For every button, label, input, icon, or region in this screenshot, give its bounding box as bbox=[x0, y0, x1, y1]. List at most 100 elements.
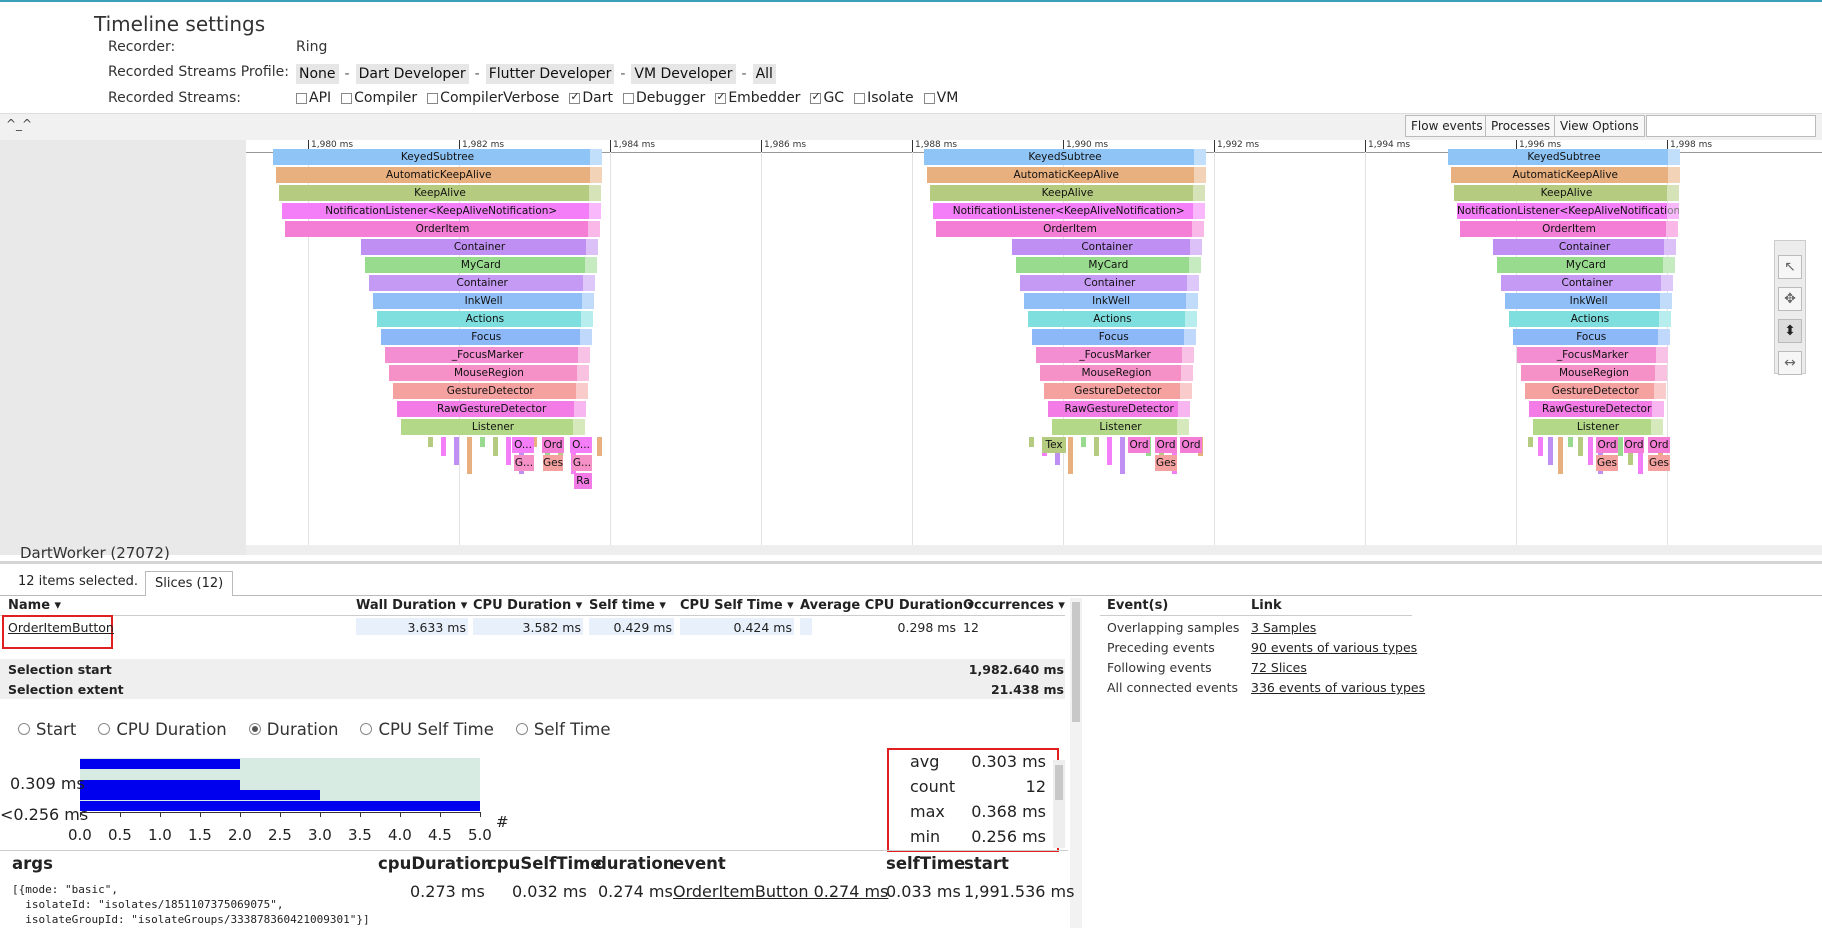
radio-button[interactable] bbox=[360, 723, 373, 735]
drag-handle[interactable]: ^_^ bbox=[6, 117, 32, 131]
stats-scroll-thumb[interactable] bbox=[1055, 765, 1063, 800]
stream-embedder[interactable]: Embedder bbox=[715, 90, 800, 106]
flame-child-slice[interactable] bbox=[1538, 437, 1543, 456]
profile-all-link[interactable]: All bbox=[752, 64, 776, 84]
flame-slice[interactable]: RawGestureDetector bbox=[397, 401, 587, 417]
flame-child-slice[interactable] bbox=[428, 437, 433, 447]
flame-child-slice[interactable] bbox=[506, 437, 511, 465]
flame-slice[interactable]: Container bbox=[1020, 275, 1200, 291]
flame-child-slice[interactable] bbox=[1107, 437, 1112, 465]
profile-dart-developer-link[interactable]: Dart Developer bbox=[355, 64, 469, 84]
stream-api[interactable]: API bbox=[296, 90, 331, 106]
flame-slice[interactable]: MyCard bbox=[365, 257, 597, 273]
flame-child-slice[interactable] bbox=[493, 437, 498, 456]
flame-child-slice[interactable] bbox=[1528, 437, 1533, 447]
event-link[interactable]: OrderItemButton 0.274 ms bbox=[673, 882, 888, 901]
flow-events-button[interactable]: Flow events bbox=[1405, 115, 1489, 137]
flame-child-slice[interactable] bbox=[454, 437, 459, 465]
flame-child-slice[interactable] bbox=[1558, 437, 1563, 474]
col-avg-cpu-duration-header[interactable]: Average CPU Duration ▾ bbox=[800, 598, 974, 613]
stream-dart[interactable]: Dart bbox=[569, 90, 613, 106]
flame-child-slice[interactable] bbox=[1578, 437, 1583, 456]
flame-slice[interactable]: KeepAlive bbox=[1454, 185, 1679, 201]
flame-slice[interactable]: AutomaticKeepAlive bbox=[276, 167, 602, 183]
radio-duration[interactable]: Duration bbox=[248, 720, 338, 739]
flame-slice[interactable]: Container bbox=[361, 239, 598, 255]
col-occurrences-header[interactable]: Occurrences ▾ bbox=[963, 598, 1065, 613]
flame-small-slice[interactable]: Ord bbox=[1648, 437, 1670, 453]
flame-slice[interactable]: MouseRegion bbox=[1521, 365, 1667, 381]
flame-child-slice[interactable] bbox=[1081, 437, 1086, 447]
following-events-link[interactable]: 72 Slices bbox=[1251, 660, 1307, 675]
radio-self-time[interactable]: Self Time bbox=[515, 720, 611, 739]
stream-checkbox[interactable] bbox=[296, 92, 307, 104]
flame-slice[interactable]: KeyedSubtree bbox=[273, 149, 602, 165]
flame-slice[interactable]: MouseRegion bbox=[389, 365, 589, 381]
flame-child-slice[interactable] bbox=[1094, 437, 1099, 456]
col-cpu-self-time-header[interactable]: CPU Self Time ▾ bbox=[680, 598, 794, 613]
profile-flutter-developer-link[interactable]: Flutter Developer bbox=[485, 64, 615, 84]
flame-child-slice[interactable] bbox=[480, 437, 485, 447]
flame-slice[interactable]: AutomaticKeepAlive bbox=[1451, 167, 1680, 183]
track-scrollbar[interactable] bbox=[246, 545, 1822, 555]
flame-slice[interactable]: InkWell bbox=[1505, 293, 1673, 309]
flame-slice[interactable]: GestureDetector bbox=[1044, 383, 1192, 399]
flame-small-slice[interactable]: G... bbox=[514, 455, 534, 471]
flame-slice[interactable]: OrderItem bbox=[936, 221, 1204, 237]
flame-slice[interactable]: RawGestureDetector bbox=[1529, 401, 1665, 417]
flame-slice[interactable]: RawGestureDetector bbox=[1048, 401, 1191, 417]
flame-slice[interactable]: KeepAlive bbox=[930, 185, 1205, 201]
flame-child-slice[interactable] bbox=[467, 437, 472, 474]
col-wall-duration-header[interactable]: Wall Duration ▾ bbox=[356, 598, 467, 613]
flame-child-slice[interactable] bbox=[1120, 437, 1125, 474]
pan-tool-icon[interactable]: ✥ bbox=[1778, 287, 1802, 311]
flame-small-slice[interactable]: Ges bbox=[1596, 455, 1618, 471]
flame-slice[interactable]: KeepAlive bbox=[279, 185, 601, 201]
radio-start[interactable]: Start bbox=[18, 720, 76, 739]
flame-slice[interactable]: InkWell bbox=[1024, 293, 1199, 309]
stream-gc[interactable]: GC bbox=[810, 90, 844, 106]
flame-slice[interactable]: _FocusMarker bbox=[1036, 347, 1195, 363]
flame-slice[interactable]: OrderItem bbox=[1460, 221, 1678, 237]
stream-checkbox[interactable] bbox=[427, 92, 439, 104]
flame-child-slice[interactable] bbox=[1588, 437, 1593, 465]
flame-slice[interactable]: NotificationListener<KeepAliveNotificati… bbox=[933, 203, 1205, 219]
flame-small-slice[interactable]: Ord bbox=[1624, 437, 1644, 453]
profile-none-link[interactable]: None bbox=[296, 64, 339, 84]
selection-tool-icon[interactable]: ↖ bbox=[1778, 255, 1802, 279]
flame-child-slice[interactable] bbox=[1568, 437, 1573, 447]
col-cpu-duration-header[interactable]: CPU Duration ▾ bbox=[473, 598, 582, 613]
flame-small-slice[interactable]: Ord bbox=[1180, 437, 1202, 453]
flame-slice[interactable]: Actions bbox=[1028, 311, 1197, 327]
panel-scroll-thumb[interactable] bbox=[1072, 602, 1080, 722]
search-input[interactable] bbox=[1646, 115, 1816, 137]
stream-checkbox[interactable] bbox=[923, 92, 935, 104]
flame-slice[interactable]: Container bbox=[369, 275, 596, 291]
flame-slice[interactable]: OrderItem bbox=[285, 221, 600, 237]
flame-slice[interactable]: GestureDetector bbox=[393, 383, 588, 399]
flame-slice[interactable]: InkWell bbox=[373, 293, 595, 309]
flame-slice[interactable]: Focus bbox=[1032, 329, 1196, 345]
flame-slice[interactable]: _FocusMarker bbox=[1517, 347, 1669, 363]
stream-compiler[interactable]: Compiler bbox=[341, 90, 417, 106]
flame-slice[interactable]: Container bbox=[1012, 239, 1202, 255]
profile-vm-developer-link[interactable]: VM Developer bbox=[631, 64, 736, 84]
flame-slice[interactable]: Focus bbox=[1513, 329, 1670, 345]
flame-small-slice[interactable]: Ord bbox=[1596, 437, 1618, 453]
flame-small-slice[interactable]: Ord bbox=[1155, 437, 1177, 453]
stream-checkbox[interactable] bbox=[715, 90, 727, 104]
view-options-button[interactable]: View Options bbox=[1554, 115, 1645, 137]
flame-slice[interactable]: GestureDetector bbox=[1525, 383, 1666, 399]
flame-slice[interactable]: _FocusMarker bbox=[385, 347, 591, 363]
flame-small-slice[interactable]: O... bbox=[512, 437, 534, 453]
overlapping-samples-link[interactable]: 3 Samples bbox=[1251, 620, 1316, 635]
stream-checkbox[interactable] bbox=[341, 92, 353, 104]
stream-checkbox[interactable] bbox=[854, 92, 866, 104]
flame-slice[interactable]: Container bbox=[1501, 275, 1674, 291]
col-self-time-header[interactable]: Self time ▾ bbox=[589, 598, 666, 613]
flame-child-slice[interactable] bbox=[1029, 437, 1034, 447]
radio-cpu-duration[interactable]: CPU Duration bbox=[98, 720, 227, 739]
flame-slice[interactable]: MyCard bbox=[1497, 257, 1675, 273]
flame-small-slice[interactable]: Ges bbox=[1155, 455, 1177, 471]
radio-button[interactable] bbox=[248, 723, 261, 735]
